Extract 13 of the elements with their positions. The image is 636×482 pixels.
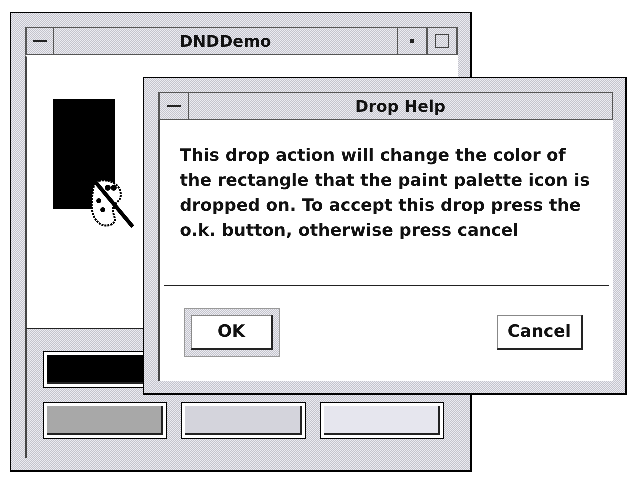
window-menu-icon [33,39,47,43]
maximize-icon [435,34,449,48]
ok-button[interactable]: OK [191,315,273,350]
dialog-title: Drop Help [354,96,447,118]
window-menu-icon [167,104,181,108]
cancel-button[interactable]: Cancel [497,315,583,350]
window-menu-button[interactable] [26,28,54,54]
window-title: DNDDemo [178,30,272,52]
maximize-button[interactable] [427,28,457,54]
minimize-button[interactable] [397,28,427,54]
help-message: This drop action will change the color of the rectangle that the paint palette icon is dropped on. To accept this drop press the o.k. button, otherwise press cancel [179,145,592,243]
minimize-icon [410,39,414,43]
window-menu-button[interactable] [159,93,189,119]
